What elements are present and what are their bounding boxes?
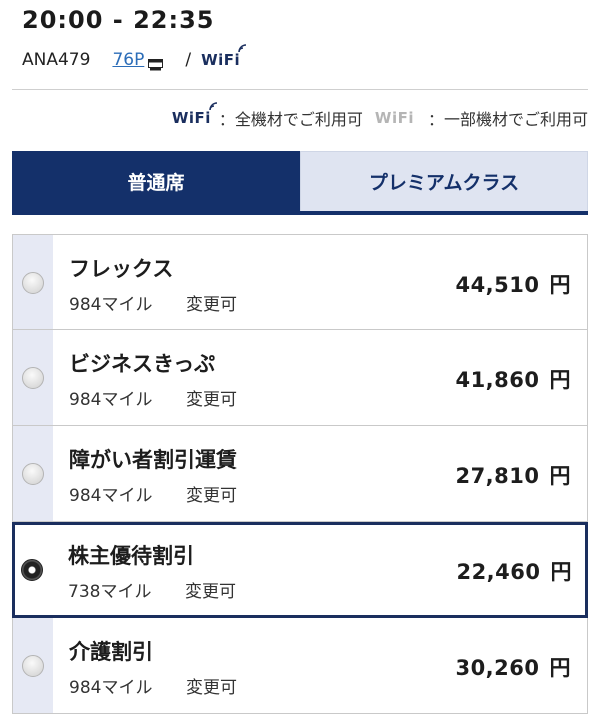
fare-price: 41,860 円 <box>455 364 571 394</box>
fare-miles: 738マイル <box>68 582 152 602</box>
radio-button[interactable] <box>22 367 44 389</box>
wifi-all-text: ：全機材でご利用可 <box>218 110 363 129</box>
fare-change-status: 変更可 <box>186 295 237 315</box>
fare-name: 介護割引 <box>69 640 153 664</box>
fare-option-caregiver[interactable]: 介護割引 984マイル 変更可 30,260 円 <box>12 618 588 714</box>
price-value: 27,810 <box>455 464 540 488</box>
seat-monitor-icon <box>148 56 164 71</box>
fare-change-status: 変更可 <box>186 678 237 698</box>
fare-miles: 984マイル <box>69 390 153 410</box>
fare-option-disability[interactable]: 障がい者割引運賃 984マイル 変更可 27,810 円 <box>12 426 588 522</box>
wifi-some-icon: WiFi <box>374 109 414 127</box>
fare-name: フレックス <box>69 257 174 281</box>
fare-option-business[interactable]: ビジネスきっぷ 984マイル 変更可 41,860 円 <box>12 330 588 426</box>
flight-number: ANA479 <box>22 50 91 70</box>
tab-economy[interactable]: 普通席 <box>12 151 300 211</box>
flight-info-row: ANA479 76P / WiFi <box>22 44 247 72</box>
price-currency: 円 <box>549 368 571 392</box>
wifi-some-text: ：一部機材でご利用可 <box>427 110 588 129</box>
fare-option-flex[interactable]: フレックス 984マイル 変更可 44,510 円 <box>12 234 588 330</box>
fare-change-status: 変更可 <box>185 582 236 602</box>
radio-button[interactable] <box>22 272 44 294</box>
fare-miles: 984マイル <box>69 295 153 315</box>
fare-price: 44,510 円 <box>455 269 571 299</box>
aircraft-type-link[interactable]: 76P <box>112 50 144 70</box>
fare-price: 30,260 円 <box>455 652 571 682</box>
fare-miles: 984マイル <box>69 678 153 698</box>
fare-name: ビジネスきっぷ <box>69 352 216 376</box>
wifi-all-label: WiFi <box>171 109 211 127</box>
fare-price: 27,810 円 <box>455 460 571 490</box>
radio-button[interactable] <box>22 463 44 485</box>
price-currency: 円 <box>549 464 571 488</box>
price-currency: 円 <box>550 560 572 584</box>
wifi-all-icon: WiFi <box>171 102 217 127</box>
fare-change-status: 変更可 <box>186 486 237 506</box>
seat-class-tabs: 普通席 プレミアムクラス <box>12 151 588 215</box>
flight-time: 20:00 - 22:35 <box>22 6 215 34</box>
price-currency: 円 <box>549 656 571 680</box>
radio-button[interactable] <box>22 655 44 677</box>
fare-price: 22,460 円 <box>456 556 572 586</box>
fare-option-shareholder[interactable]: 株主優待割引 738マイル 変更可 22,460 円 <box>12 522 588 618</box>
fare-miles: 984マイル <box>69 486 153 506</box>
divider <box>12 89 588 90</box>
wifi-available-icon: WiFi <box>201 44 247 69</box>
price-value: 22,460 <box>456 560 541 584</box>
fare-list: フレックス 984マイル 変更可 44,510 円 ビジネスきっぷ 984マイル … <box>12 234 588 714</box>
price-value: 41,860 <box>455 368 540 392</box>
price-currency: 円 <box>549 273 571 297</box>
price-value: 30,260 <box>455 656 540 680</box>
wifi-label: WiFi <box>201 51 241 69</box>
tab-premium-class[interactable]: プレミアムクラス <box>300 151 588 211</box>
fare-name: 株主優待割引 <box>68 544 194 568</box>
fare-change-status: 変更可 <box>186 390 237 410</box>
price-value: 44,510 <box>455 273 540 297</box>
radio-button-selected[interactable] <box>21 559 43 581</box>
separator: / <box>185 50 192 70</box>
fare-name: 障がい者割引運賃 <box>69 448 237 472</box>
wifi-legend: WiFi ：全機材でご利用可 WiFi ：一部機材でご利用可 <box>171 102 588 130</box>
